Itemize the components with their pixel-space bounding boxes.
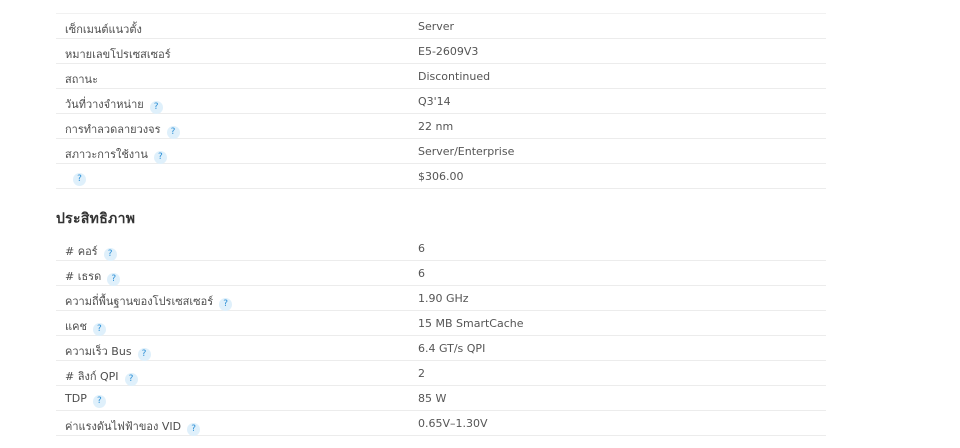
essentials-spec-table: เซ็กเมนต์แนวตั้ง Server หมายเลขโปรเซสเซอ… <box>56 14 826 189</box>
help-circle-icon[interactable]: ? <box>187 423 201 436</box>
spec-label-wrap: ความเร็ว Bus? <box>65 342 151 361</box>
spec-label-wrap: # เธรด? <box>65 267 121 286</box>
spec-label-wrap: การทำลวดลายวงจร? <box>65 120 180 139</box>
spec-row-use-conditions: สภาวะการใช้งาน? Server/Enterprise <box>56 139 826 164</box>
spec-label: หมายเลขโปรเซสเซอร์ <box>65 48 171 61</box>
performance-spec-table: # คอร์? 6 # เธรด? 6 ความถี่พื้นฐานของโปร… <box>56 236 826 436</box>
spec-value: Q3'14 <box>418 95 451 108</box>
spec-value: 85 W <box>418 392 447 405</box>
spec-label: สภาวะการใช้งาน <box>65 148 148 161</box>
spec-row-lithography: การทำลวดลายวงจร? 22 nm <box>56 114 826 139</box>
spec-label: TDP <box>65 392 87 405</box>
spec-value: 2 <box>418 367 425 380</box>
spec-label: การทำลวดลายวงจร <box>65 123 161 136</box>
help-circle-icon[interactable]: ? <box>219 298 233 311</box>
spec-value: 6 <box>418 267 425 280</box>
spec-value: $306.00 <box>418 170 464 183</box>
spec-label-wrap: วันที่วางจำหน่าย? <box>65 95 163 114</box>
help-circle-icon[interactable]: ? <box>103 248 117 261</box>
spec-label: ความเร็ว Bus <box>65 345 132 358</box>
spec-page: เซ็กเมนต์แนวตั้ง Server หมายเลขโปรเซสเซอ… <box>0 0 960 448</box>
spec-row-vid-voltage: ค่าแรงดันไฟฟ้าของ VID? 0.65V–1.30V <box>56 411 826 436</box>
spec-value: 22 nm <box>418 120 454 133</box>
spec-row-status: สถานะ Discontinued <box>56 64 826 89</box>
spec-label: สถานะ <box>65 73 98 86</box>
spec-row-processor-number: หมายเลขโปรเซสเซอร์ E5-2609V3 <box>56 39 826 64</box>
spec-label: เซ็กเมนต์แนวตั้ง <box>65 23 142 36</box>
spec-value: Discontinued <box>418 70 491 83</box>
spec-value: 15 MB SmartCache <box>418 317 524 330</box>
spec-label: ค่าแรงดันไฟฟ้าของ VID <box>65 420 182 433</box>
spec-row-tdp: TDP? 85 W <box>56 386 826 411</box>
help-circle-icon[interactable]: ? <box>166 126 180 139</box>
spec-value: Server <box>418 20 455 33</box>
help-circle-icon[interactable]: ? <box>73 173 86 186</box>
spec-row-price: ? $306.00 <box>56 164 826 189</box>
spec-row-vertical-segment: เซ็กเมนต์แนวตั้ง Server <box>56 14 826 39</box>
spec-label-wrap: ความถี่พื้นฐานของโปรเซสเซอร์? <box>65 292 233 311</box>
spec-value: 6.4 GT/s QPI <box>418 342 486 355</box>
spec-value: E5-2609V3 <box>418 45 479 58</box>
spec-row-cache: แคช? 15 MB SmartCache <box>56 311 826 336</box>
spec-row-base-frequency: ความถี่พื้นฐานของโปรเซสเซอร์? 1.90 GHz <box>56 286 826 311</box>
spec-label-wrap: สภาวะการใช้งาน? <box>65 145 167 164</box>
spec-label: # เธรด <box>65 270 102 283</box>
spec-label: # คอร์ <box>65 245 98 258</box>
spec-label: ความถี่พื้นฐานของโปรเซสเซอร์ <box>65 295 214 308</box>
help-circle-icon[interactable]: ? <box>149 101 163 114</box>
spec-row-threads: # เธรด? 6 <box>56 261 826 286</box>
spec-label-wrap: # ลิงก์ QPI? <box>65 367 138 386</box>
spec-label-wrap: TDP? <box>65 392 106 408</box>
spec-value: 6 <box>418 242 425 255</box>
spec-label-wrap: แคช? <box>65 317 106 336</box>
help-circle-icon[interactable]: ? <box>92 323 106 336</box>
spec-label-wrap: ค่าแรงดันไฟฟ้าของ VID? <box>65 417 201 436</box>
spec-row-cores: # คอร์? 6 <box>56 236 826 261</box>
help-circle-icon[interactable]: ? <box>137 348 151 361</box>
spec-label: # ลิงก์ QPI <box>65 370 119 383</box>
spec-row-launch-date: วันที่วางจำหน่าย? Q3'14 <box>56 89 826 114</box>
help-circle-icon[interactable]: ? <box>124 373 138 386</box>
help-circle-icon[interactable]: ? <box>92 395 106 408</box>
spec-row-bus-speed: ความเร็ว Bus? 6.4 GT/s QPI <box>56 336 826 361</box>
help-circle-icon[interactable]: ? <box>153 151 167 164</box>
spec-value: Server/Enterprise <box>418 145 515 158</box>
spec-value: 1.90 GHz <box>418 292 469 305</box>
spec-label: แคช <box>65 320 87 333</box>
spec-value: 0.65V–1.30V <box>418 417 488 430</box>
spec-label-wrap: # คอร์? <box>65 242 117 261</box>
section-heading-performance: ประสิทธิภาพ <box>56 211 136 227</box>
help-circle-icon[interactable]: ? <box>107 273 121 286</box>
spec-label-wrap: ? <box>65 170 86 186</box>
spec-row-qpi-links: # ลิงก์ QPI? 2 <box>56 361 826 386</box>
spec-label: วันที่วางจำหน่าย <box>65 98 144 111</box>
